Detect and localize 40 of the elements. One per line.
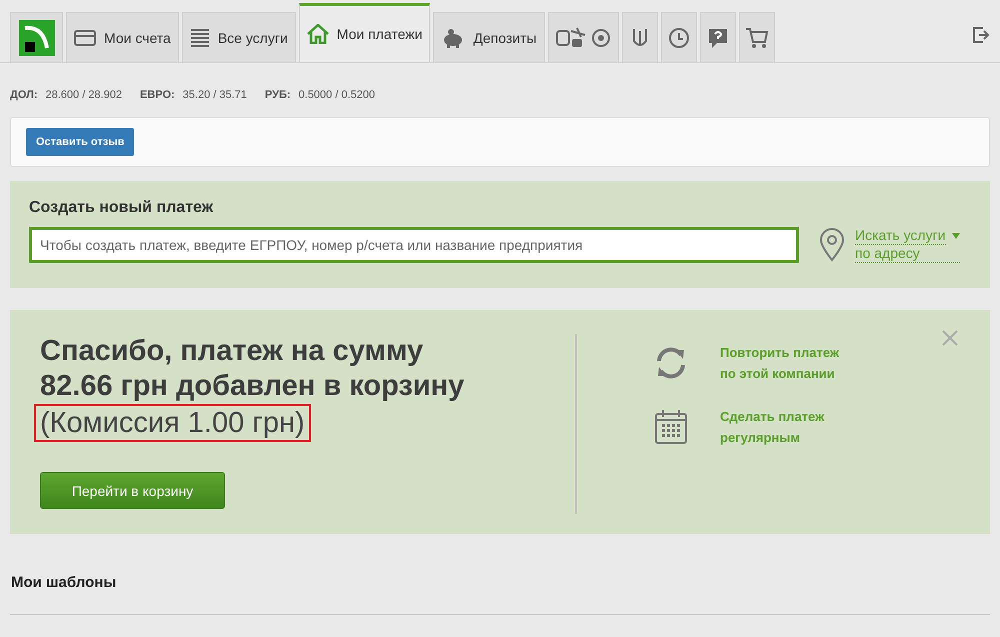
logout-icon[interactable] xyxy=(972,26,990,44)
help-icon xyxy=(706,26,729,48)
exchange-rate: 35.20 / 35.71 xyxy=(182,89,247,101)
search-services-link[interactable]: Искать услуги xyxy=(855,227,946,245)
map-pin-icon xyxy=(819,228,845,262)
nav-tab[interactable]: Мои счета xyxy=(66,12,179,62)
cart-tab[interactable] xyxy=(738,12,775,62)
trident-icon xyxy=(632,26,648,48)
action-link[interactable]: Сделать платеж регулярным xyxy=(720,406,824,448)
house-icon xyxy=(306,24,329,44)
section-title: Мои шаблоны xyxy=(11,574,118,593)
list-icon xyxy=(190,28,210,46)
caret-icon xyxy=(952,233,960,239)
success-message: Спасибо, платеж на сумму 82.66 грн добавлен в корзину xyxy=(40,334,464,404)
nav-tab[interactable]: Мои платежи xyxy=(298,3,430,62)
refresh-icon xyxy=(654,346,688,380)
emblem-tab[interactable] xyxy=(622,12,658,62)
action-link[interactable]: Повторить платеж по этой компании xyxy=(720,342,840,384)
exchange-rate: 0.5000 / 0.5200 xyxy=(298,89,375,101)
by-address-link[interactable]: по адресу xyxy=(855,245,960,263)
feedback-button[interactable]: Оставить отзыв xyxy=(26,128,134,156)
currency-label: ЕВРО: xyxy=(140,89,175,101)
section-title: Создать новый платеж xyxy=(29,199,214,217)
logo-icon xyxy=(18,20,54,56)
cart-icon xyxy=(744,26,769,48)
nav-tab[interactable]: Депозиты xyxy=(433,12,545,62)
currency-label: ДОЛ: xyxy=(10,89,38,101)
currency-label: РУБ: xyxy=(264,89,291,101)
help-tab[interactable] xyxy=(700,12,736,62)
commission-text: (Комиссия 1.00 грн) xyxy=(34,404,311,442)
search-field[interactable]: Чтобы создать платеж, введите ЕГРПОУ, номер р/счета или название предприятия xyxy=(29,227,799,263)
exchange-rate: 28.600 / 28.902 xyxy=(46,89,122,101)
card-icon xyxy=(74,30,96,46)
nav-tab[interactable]: Все услуги xyxy=(182,12,296,62)
clock-icon xyxy=(668,26,690,48)
travel-tab[interactable] xyxy=(548,12,619,62)
go-to-cart-button[interactable]: Перейти в корзину xyxy=(40,472,225,509)
history-tab[interactable] xyxy=(660,12,697,62)
home-tab[interactable] xyxy=(10,12,63,62)
calendar-icon xyxy=(654,409,688,445)
